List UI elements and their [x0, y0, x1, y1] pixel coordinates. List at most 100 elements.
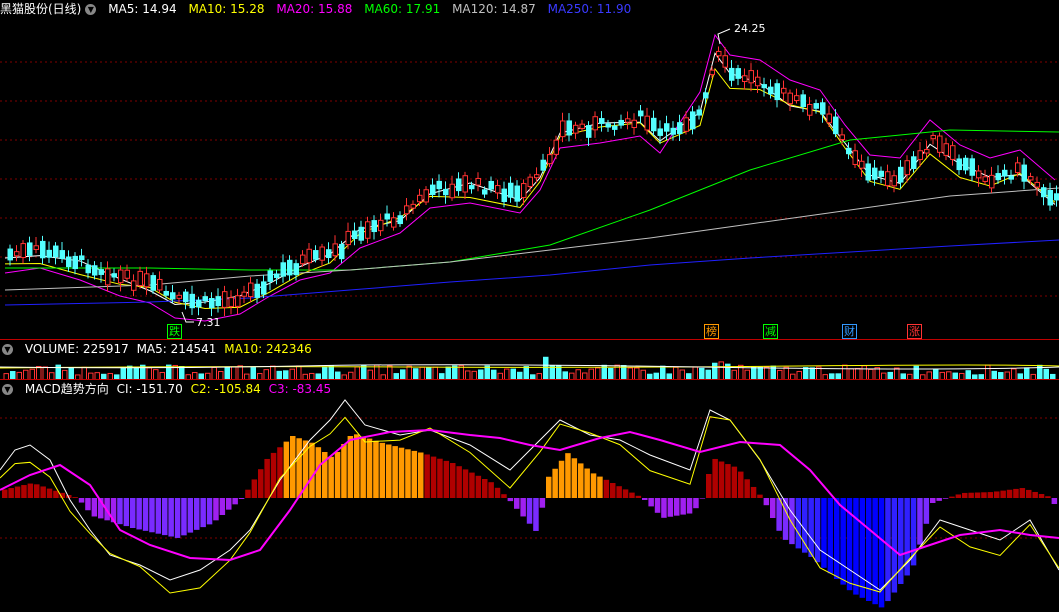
macd-bar	[482, 479, 488, 498]
macd-bar	[136, 498, 142, 530]
volume-ma10-label: MA10: 242346	[224, 342, 312, 356]
candle-body	[423, 189, 429, 203]
marker-die[interactable]: 跌	[167, 324, 182, 339]
macd-bar	[571, 458, 578, 498]
settings-dropdown-icon[interactable]: ▼	[85, 4, 97, 15]
macd-bar	[46, 488, 53, 498]
macd-bar	[226, 498, 232, 510]
macd-bar	[859, 498, 866, 598]
volume-bar	[452, 365, 458, 380]
candle-body	[943, 143, 949, 156]
volume-bar	[458, 365, 464, 380]
candle-body	[98, 269, 104, 275]
macd-bar	[1013, 488, 1019, 498]
macd-bar	[200, 498, 206, 528]
candle-body	[813, 103, 819, 109]
candle-body	[872, 167, 878, 180]
macd-bar	[354, 434, 360, 498]
macd-bar	[712, 458, 718, 498]
candle-body	[566, 120, 572, 136]
macd-bar	[34, 484, 40, 498]
macd-bar	[853, 498, 859, 595]
candle-body	[547, 154, 553, 165]
macd-bar	[328, 456, 334, 498]
candlestick-chart[interactable]	[0, 0, 1059, 340]
macd-bar	[866, 498, 872, 601]
candle-body	[176, 294, 182, 299]
macd-bar	[424, 454, 430, 498]
candle-body	[469, 185, 475, 190]
marker-jian[interactable]: 减	[763, 324, 778, 339]
candle-body	[839, 134, 845, 140]
candle-body	[72, 255, 78, 270]
macd-bar	[360, 436, 366, 498]
ma250-label: MA250: 11.90	[547, 2, 632, 16]
macd-bar	[1051, 498, 1058, 505]
marker-cai[interactable]: 财	[842, 324, 857, 339]
macd-bar	[802, 498, 808, 553]
volume-chart-panel[interactable]: ▼ VOLUME: 225917 MA5: 214541 MA10: 24234…	[0, 340, 1059, 380]
macd-bar	[91, 498, 98, 517]
volume-bar	[718, 361, 724, 380]
candle-body	[683, 117, 689, 132]
candle-body	[826, 113, 832, 124]
macd-bar	[181, 498, 187, 536]
macd-bar	[814, 498, 821, 563]
marker-zhang[interactable]: 涨	[907, 324, 922, 339]
macd-bar	[629, 492, 635, 498]
candle-body	[982, 176, 988, 182]
macd-bar	[699, 498, 706, 499]
macd-bar	[994, 491, 1000, 498]
macd-bar	[2, 489, 8, 498]
marker-bang[interactable]: 榜	[704, 324, 719, 339]
candle-body	[612, 125, 618, 130]
candle-body	[937, 135, 943, 153]
macd-bar	[782, 498, 789, 540]
candle-body	[1028, 176, 1034, 181]
candle-body	[46, 249, 52, 258]
candle-body	[189, 293, 195, 309]
candle-body	[482, 189, 488, 195]
ma60-label: MA60: 17.91	[364, 2, 441, 16]
macd-bar	[123, 498, 130, 527]
candle-body	[560, 120, 566, 138]
candle-body	[313, 250, 319, 260]
candle-body	[534, 174, 540, 179]
price-chart-panel[interactable]: 黑猫股份(日线) ▼ MA5: 14.94 MA10: 15.28 MA20: 1…	[0, 0, 1059, 340]
macd-bar	[85, 498, 91, 511]
candle-body	[59, 250, 65, 259]
macd-bar	[731, 466, 738, 498]
candle-body	[371, 220, 377, 233]
volume-bar	[660, 365, 666, 380]
candle-body	[79, 255, 85, 261]
macd-bar	[174, 498, 181, 538]
macd-bar	[411, 450, 418, 498]
macd-chart-panel[interactable]: ▼ MACD趋势方向 CI: -151.70 C2: -105.84 C3: -…	[0, 380, 1059, 612]
macd-bar	[1026, 489, 1032, 498]
candle-body	[410, 203, 416, 209]
candle-body	[859, 160, 865, 169]
volume-dropdown-icon[interactable]: ▼	[2, 344, 13, 355]
macd-bar	[347, 436, 354, 498]
macd-c3-label: C3: -83.45	[268, 382, 332, 396]
macd-bar	[238, 498, 245, 499]
candle-body	[508, 182, 514, 198]
candle-body	[85, 264, 91, 274]
candle-body	[475, 177, 481, 186]
high-price-label: 24.25	[734, 22, 766, 35]
candle-body	[553, 139, 559, 155]
candle-body	[202, 296, 208, 302]
macd-bar	[987, 492, 994, 498]
macd-bar	[277, 447, 283, 498]
macd-bar	[456, 466, 462, 498]
macd-dropdown-icon[interactable]: ▼	[2, 384, 13, 395]
candle-body	[729, 67, 735, 81]
volume-bar	[374, 364, 380, 380]
macd-bar	[968, 492, 974, 498]
macd-bar	[27, 483, 34, 498]
volume-ma5-label: MA5: 214541	[136, 342, 217, 356]
candle-body	[709, 69, 715, 76]
candle-body	[1021, 164, 1027, 182]
macd-bar	[526, 498, 533, 524]
macd-bar	[213, 498, 219, 521]
